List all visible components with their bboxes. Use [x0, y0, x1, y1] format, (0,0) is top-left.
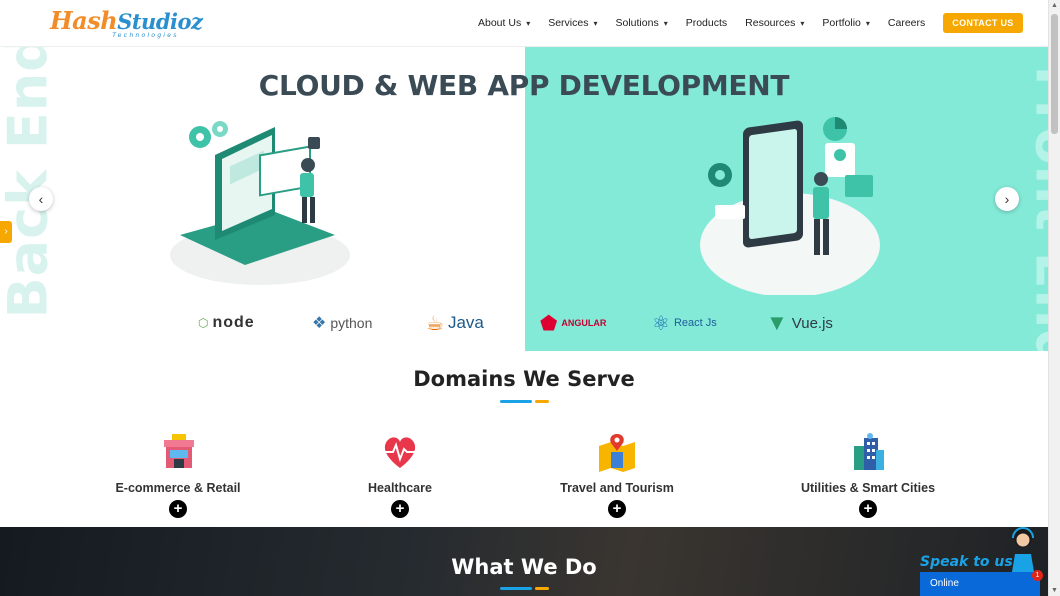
domain-label: Healthcare — [368, 481, 432, 495]
slider-prev-button[interactable]: ‹ — [29, 187, 53, 211]
tech-react: ⚛ React Js — [652, 305, 717, 341]
frontend-developer-illustration — [700, 117, 880, 295]
logo-studioz-text: Studioz — [117, 9, 203, 34]
domain-label: Utilities & Smart Cities — [800, 481, 936, 495]
domain-expand-ecommerce[interactable]: + — [169, 500, 187, 518]
logo-wordmark: HashStudioz — [50, 6, 203, 35]
react-icon: ⚛ — [652, 312, 670, 335]
hashstudioz-logo[interactable]: HashStudioz Technologies — [50, 6, 203, 42]
chevron-down-icon: ▾ — [800, 18, 805, 28]
nav-label: Resources — [745, 17, 796, 29]
city-icon — [854, 433, 884, 470]
heading-underline-orange — [535, 400, 549, 403]
slider-next-button[interactable]: › — [995, 187, 1019, 211]
chevron-down-icon: ▾ — [865, 18, 870, 28]
logo-hash-text: Hash — [50, 6, 118, 35]
nav-services[interactable]: Services ▾ — [548, 12, 597, 34]
chevron-down-icon: ▾ — [526, 18, 531, 28]
heading-underline-orange — [535, 587, 549, 590]
chat-status: Online — [930, 578, 959, 589]
nav-label: Solutions — [615, 17, 659, 29]
domain-expand-healthcare[interactable]: + — [391, 500, 409, 518]
map-pin-icon — [599, 434, 635, 472]
what-we-do-section: What We Do — [0, 527, 1048, 596]
heart-pulse-icon — [384, 437, 416, 468]
nav-resources[interactable]: Resources ▾ — [745, 12, 804, 34]
tech-label: React Js — [673, 317, 717, 329]
scroll-down-icon[interactable]: ▼ — [1051, 587, 1058, 594]
what-we-do-heading: What We Do — [451, 555, 597, 579]
nav-products[interactable]: Products — [686, 12, 727, 34]
scrollbar-thumb[interactable] — [1051, 14, 1058, 134]
nav-portfolio[interactable]: Portfolio ▾ — [822, 12, 870, 34]
nodejs-icon: ⬡ — [198, 316, 209, 330]
nav-label: Portfolio — [822, 17, 861, 29]
nav-label: Careers — [887, 17, 926, 29]
angular-icon: ⬟ — [540, 312, 558, 335]
page-scrollbar[interactable]: ▲ ▼ — [1048, 0, 1060, 596]
vue-icon: ▼ — [766, 310, 788, 335]
tech-label: Vue.js — [791, 314, 833, 332]
site-header: HashStudioz Technologies About Us ▾ Servi… — [0, 0, 1048, 47]
heading-underline-blue — [500, 400, 532, 403]
chevron-down-icon: ▾ — [593, 18, 598, 28]
hero-title: CLOUD & WEB APP DEVELOPMENT — [258, 69, 790, 102]
store-icon — [164, 434, 194, 468]
tech-label: python — [330, 315, 373, 331]
tech-java: ☕ Java — [426, 305, 484, 341]
contact-us-button[interactable]: CONTACT US — [943, 13, 1023, 33]
tech-label: Java — [447, 313, 484, 332]
nav-label: About Us — [478, 17, 522, 29]
main-nav: About Us ▾ Services ▾ Solutions ▾ Products … — [478, 12, 1023, 34]
domain-expand-utilities[interactable]: + — [859, 500, 877, 518]
domain-ecommerce: E-commerce & Retail + — [78, 432, 278, 518]
chat-online-bar[interactable]: Online — [920, 572, 1040, 596]
chevron-down-icon: ▾ — [663, 18, 668, 28]
chat-notification-badge: 1 — [1032, 570, 1043, 581]
domains-heading: Domains We Serve — [413, 367, 635, 391]
domain-expand-travel[interactable]: + — [608, 500, 626, 518]
scroll-up-icon[interactable]: ▲ — [1051, 2, 1058, 9]
hero-slider: Back End Front End CLOUD & WEB APP DEVEL… — [0, 47, 1048, 351]
domain-travel: Travel and Tourism + — [517, 432, 717, 518]
tech-angular: ⬟ ANGULAR — [540, 305, 606, 341]
backend-developer-illustration — [170, 121, 350, 285]
java-icon: ☕ — [426, 312, 444, 335]
side-panel-toggle[interactable]: › — [0, 221, 12, 243]
front-end-vertical-text: Front End — [1023, 65, 1049, 352]
tech-label: ANGULAR — [561, 318, 607, 328]
python-icon: ❖ — [312, 315, 327, 332]
nav-about-us[interactable]: About Us ▾ — [478, 12, 530, 34]
logo-tagline: Technologies — [112, 32, 179, 39]
speak-to-us-label[interactable]: Speak to us! — [920, 554, 1019, 570]
domain-label: E-commerce & Retail — [115, 481, 241, 495]
tech-vue: ▼ Vue.js — [766, 305, 833, 341]
tech-python: ❖ python — [312, 305, 372, 341]
heading-underline-blue — [500, 587, 532, 590]
tech-nodejs: ⬡ node — [198, 305, 255, 341]
nav-solutions[interactable]: Solutions ▾ — [616, 12, 668, 34]
nav-label: Services — [548, 17, 589, 29]
tech-label: node — [212, 314, 255, 331]
nav-careers[interactable]: Careers — [888, 12, 925, 34]
nav-label: Products — [685, 17, 728, 29]
domain-healthcare: Healthcare + — [300, 432, 500, 518]
domain-utilities: Utilities & Smart Cities + — [768, 432, 968, 518]
domain-label: Travel and Tourism — [560, 481, 674, 495]
